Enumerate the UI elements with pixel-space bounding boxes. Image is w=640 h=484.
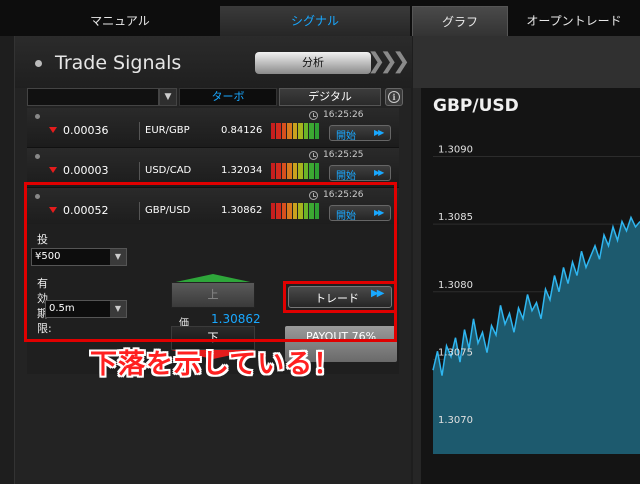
start-label: 開始 (336, 131, 356, 142)
start-label: 開始 (336, 171, 356, 182)
dropdown-arrow-icon[interactable]: ▼ (159, 88, 177, 106)
divider (139, 122, 140, 140)
tab-signals[interactable]: シグナル (220, 6, 410, 36)
signal-price: 0.84126 (221, 125, 263, 136)
panel-header: Trade Signals 分析 ❯❯❯ (15, 36, 412, 88)
signal-pair: EUR/GBP (145, 125, 190, 136)
signal-row[interactable]: 16:25:26 0.00036 EUR/GBP 0.84126 開始 ▶▶ (27, 108, 399, 148)
signal-change: 0.00003 (63, 164, 109, 177)
annotation-text: 下落を示している！ (90, 349, 342, 380)
signal-time: 16:25:26 (323, 110, 364, 120)
y-tick-label: 1.3080 (438, 280, 473, 291)
y-tick-label: 1.3070 (438, 415, 473, 426)
bullet-icon (35, 154, 40, 159)
down-arrow-icon (49, 167, 57, 173)
y-tick-label: 1.3075 (438, 347, 473, 358)
panel-title: Trade Signals (55, 52, 182, 74)
bullet-icon (35, 114, 40, 119)
bullet-icon (35, 60, 42, 67)
signal-price: 1.32034 (221, 165, 263, 176)
price-chart: 1.3090 1.3085 1.3080 1.3075 1.3070 (432, 145, 640, 454)
info-icon: i (388, 91, 400, 103)
tab-turbo[interactable]: ターボ (179, 88, 277, 106)
analysis-label: 分析 (255, 52, 371, 74)
tab-manual[interactable]: マニュアル (20, 6, 220, 36)
clock-icon (309, 151, 318, 160)
tab-graph[interactable]: グラフ (412, 6, 508, 36)
tab-open-trades[interactable]: オープントレード (508, 6, 640, 36)
down-arrow-icon (49, 127, 57, 133)
filter-dropdown[interactable] (27, 88, 159, 106)
top-tab-bar: マニュアル シグナル グラフ オープントレード (0, 0, 640, 36)
y-tick-label: 1.3085 (438, 212, 473, 223)
chevron-right-icon: ❯❯❯ (367, 49, 410, 74)
signal-change: 0.00036 (63, 124, 109, 137)
fast-forward-icon: ▶▶ (374, 128, 384, 137)
clock-icon (309, 111, 318, 120)
signal-pair: USD/CAD (145, 165, 192, 176)
info-button[interactable]: i (385, 88, 403, 106)
fast-forward-icon: ▶▶ (374, 168, 384, 177)
signal-time: 16:25:25 (323, 150, 364, 160)
start-button[interactable]: 開始 ▶▶ (329, 125, 391, 142)
strength-meter (271, 123, 319, 139)
tab-digital[interactable]: デジタル (279, 88, 381, 106)
y-tick-label: 1.3090 (438, 145, 473, 156)
filter-row: ▼ ターボ デジタル i (27, 88, 409, 106)
start-button[interactable]: 開始 ▶▶ (329, 165, 391, 182)
strength-meter (271, 163, 319, 179)
highlight-box (24, 182, 397, 342)
divider (139, 162, 140, 180)
analysis-button[interactable]: 分析 ❯❯❯ (255, 49, 410, 74)
